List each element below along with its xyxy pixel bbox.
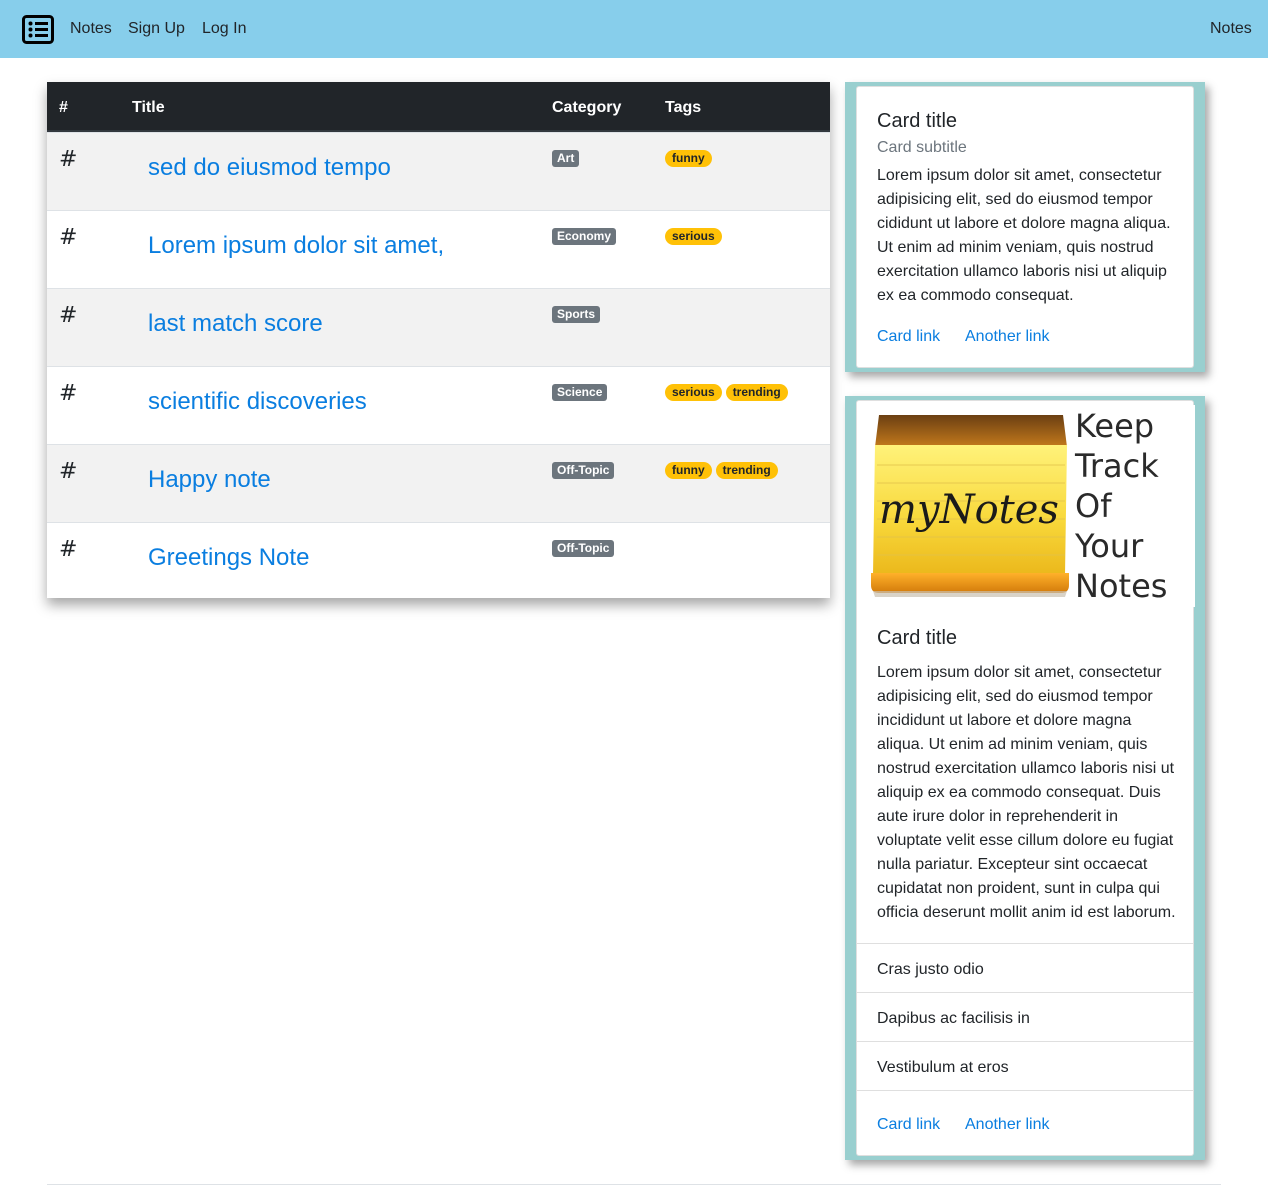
tag-badge: serious <box>665 228 722 245</box>
category-badge: Off-Topic <box>552 462 615 479</box>
row-number: # <box>59 459 78 484</box>
note-title-link[interactable]: last match score <box>148 310 323 338</box>
card-2: myNotes Keep Track Of Your Notes Card ti… <box>856 400 1195 1156</box>
table-row: # Happy note Off-Topic funny trending <box>47 444 830 522</box>
category-badge: Sports <box>552 306 601 323</box>
notepad-logo-icon: myNotes Keep Track Of Your Notes <box>871 407 1167 605</box>
row-number: # <box>59 225 78 250</box>
tags-cell: funny trending <box>665 462 782 479</box>
row-number: # <box>59 303 78 328</box>
navbar: Notes Sign Up Log In Notes <box>0 0 1268 58</box>
nav-link-sign-up[interactable]: Sign Up <box>128 19 185 38</box>
list-item: Cras justo odio <box>857 943 1193 992</box>
table-header: # Title Category Tags <box>47 82 830 132</box>
list-icon[interactable] <box>22 15 54 44</box>
card-link[interactable]: Card link <box>877 327 940 346</box>
notes-table: # Title Category Tags # sed do eiusmod te… <box>47 82 830 598</box>
table-row: # Lorem ipsum dolor sit amet, Economy serio… <box>47 210 830 288</box>
row-number: # <box>59 147 78 172</box>
tags-cell: serious trending <box>665 384 792 401</box>
note-title-link[interactable]: Happy note <box>148 466 271 494</box>
svg-text:Of: Of <box>1075 487 1112 525</box>
card-1: Card title Card subtitle Lorem ipsum dol… <box>856 86 1194 368</box>
list-item-text: Cras justo odio <box>877 961 984 978</box>
card-text: Lorem ipsum dolor sit amet, consectetur … <box>877 167 1171 304</box>
svg-text:Your: Your <box>1074 527 1144 565</box>
card-subtitle: Card subtitle <box>877 139 967 156</box>
card-frame-2: myNotes Keep Track Of Your Notes Card ti… <box>845 396 1205 1160</box>
nav-link-notes[interactable]: Notes <box>70 19 112 38</box>
card-link[interactable]: Card link <box>877 1115 940 1134</box>
tag-badge: trending <box>725 384 788 401</box>
list-item-text: Dapibus ac facilisis in <box>877 1010 1030 1027</box>
note-title-link[interactable]: sed do eiusmod tempo <box>148 154 391 182</box>
note-title-link[interactable]: Greetings Note <box>148 544 309 572</box>
column-header-category: Category <box>552 99 622 116</box>
svg-text:Track: Track <box>1074 447 1159 485</box>
svg-text:Notes: Notes <box>1075 567 1167 605</box>
category-badge: Science <box>552 384 608 401</box>
row-number: # <box>59 381 78 406</box>
card-footer: Card link Another link <box>857 1090 1193 1156</box>
nav-link-notes-right[interactable]: Notes <box>1210 19 1252 38</box>
another-link[interactable]: Another link <box>965 327 1050 346</box>
tag-badge: trending <box>715 462 778 479</box>
svg-text:Keep: Keep <box>1075 407 1154 445</box>
card-title: Card title <box>877 627 958 649</box>
category-badge: Economy <box>552 228 617 245</box>
table-row: # scientific discoveries Science serious tre… <box>47 366 830 444</box>
note-title-link[interactable]: Lorem ipsum dolor sit amet, <box>148 232 444 260</box>
another-link[interactable]: Another link <box>965 1115 1050 1134</box>
list-item: Dapibus ac facilisis in <box>857 992 1193 1041</box>
column-header-number: # <box>59 99 68 116</box>
table-row: # Greetings Note Off-Topic <box>47 522 830 598</box>
tag-badge: funny <box>665 462 712 479</box>
row-number: # <box>59 537 78 562</box>
category-badge: Off-Topic <box>552 540 615 557</box>
card-frame-1: Card title Card subtitle Lorem ipsum dol… <box>845 82 1205 372</box>
tags-cell: serious <box>665 228 726 245</box>
footer-divider <box>47 1184 1221 1185</box>
column-header-tags: Tags <box>665 99 702 116</box>
card-title: Card title <box>877 110 958 132</box>
tag-badge: serious <box>665 384 722 401</box>
tags-cell: funny <box>665 150 716 167</box>
category-badge: Art <box>552 150 580 167</box>
nav-link-log-in[interactable]: Log In <box>202 19 246 38</box>
list-item-text: Vestibulum at eros <box>877 1059 1009 1076</box>
tag-badge: funny <box>665 150 712 167</box>
card-text: Lorem ipsum dolor sit amet, consectetur … <box>877 664 1176 921</box>
svg-text:myNotes: myNotes <box>879 487 1059 533</box>
mynotes-logo-image: myNotes Keep Track Of Your Notes <box>865 405 1195 607</box>
column-header-title: Title <box>132 99 165 116</box>
note-title-link[interactable]: scientific discoveries <box>148 388 367 416</box>
table-row: # sed do eiusmod tempo Art funny <box>47 132 830 210</box>
list-item: Vestibulum at eros <box>857 1041 1193 1090</box>
table-row: # last match score Sports <box>47 288 830 366</box>
